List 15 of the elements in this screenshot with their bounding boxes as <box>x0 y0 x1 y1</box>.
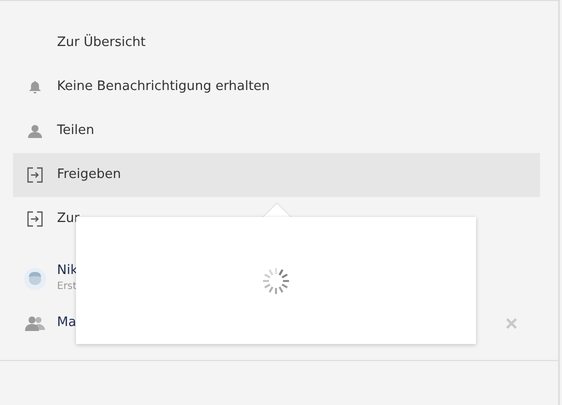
menu-item[interactable]: Freigeben <box>13 153 540 197</box>
menu-item[interactable]: Zur Übersicht <box>13 21 540 65</box>
menu-item[interactable]: Zur <box>13 197 540 241</box>
share-icon <box>27 211 43 227</box>
menu-item[interactable]: Keine Benachrichtigung erhalten <box>13 65 540 109</box>
bell-icon <box>29 80 41 94</box>
menu-item[interactable]: Teilen <box>13 109 540 153</box>
share-icon <box>27 167 43 183</box>
person-icon <box>28 124 42 138</box>
participant-name[interactable]: Ma <box>57 316 76 330</box>
participant-name[interactable]: Nik <box>57 264 78 279</box>
avatar-icon <box>24 268 46 290</box>
close-icon <box>506 318 517 329</box>
participant-subtitle: Erst <box>57 280 78 294</box>
group-icon <box>25 316 45 330</box>
